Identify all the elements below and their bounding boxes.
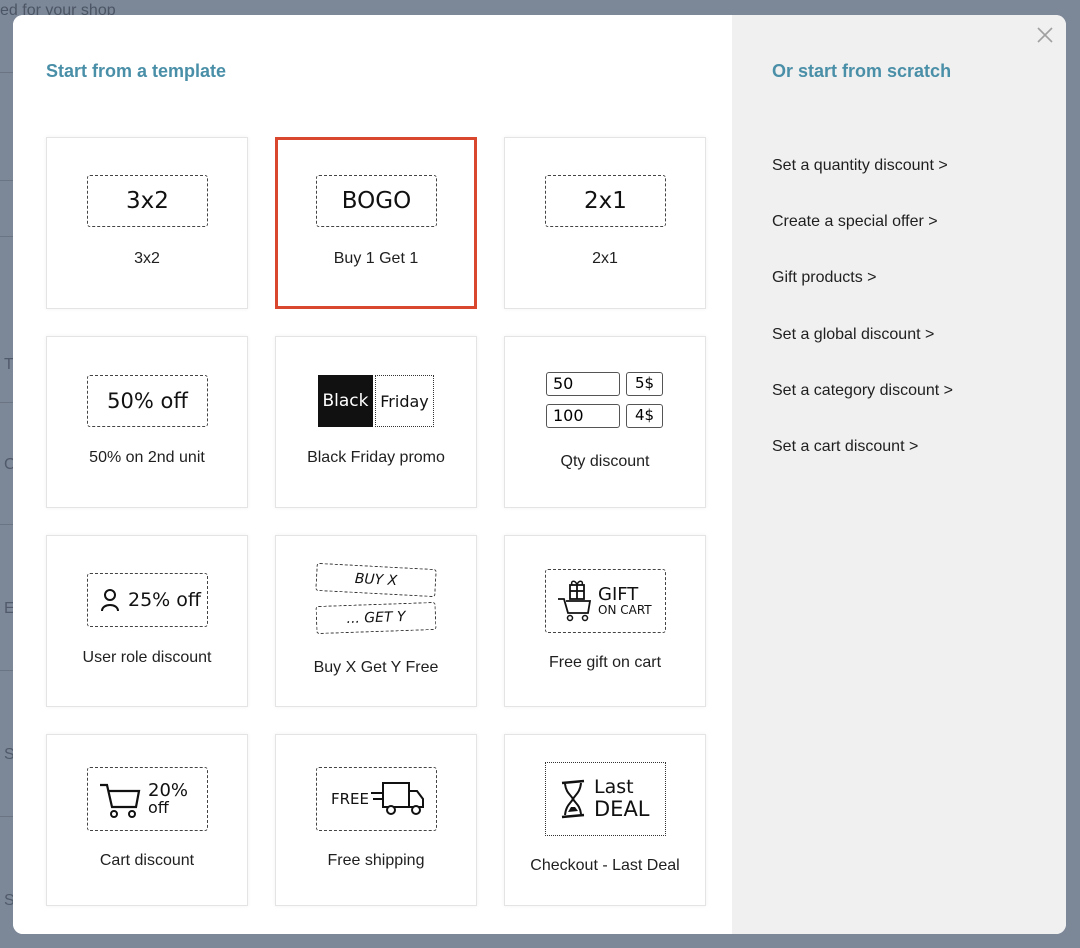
template-badge: 50% off — [87, 375, 208, 427]
template-label: Buy X Get Y Free — [313, 659, 439, 676]
template-card-free-shipping[interactable]: FREE Free shipping — [275, 734, 477, 906]
template-badge: Last DEAL — [545, 762, 666, 836]
template-label: 3x2 — [134, 250, 160, 267]
template-badge: BOGO — [316, 175, 437, 227]
template-card-black-friday[interactable]: Black Friday Black Friday promo — [275, 336, 477, 508]
link-create-special-offer[interactable]: Create a special offer > — [772, 213, 938, 231]
template-badge: 20% off — [87, 767, 208, 831]
template-label: 2x1 — [592, 250, 618, 267]
template-label: Checkout - Last Deal — [530, 857, 680, 874]
backdrop-divider — [0, 670, 14, 671]
template-badge: 25% off — [87, 573, 208, 627]
template-label: Cart discount — [99, 852, 195, 869]
hourglass-icon — [561, 779, 585, 819]
backdrop-divider — [0, 524, 14, 525]
template-pane: Start from a template 3x2 3x2 BOGO Buy 1… — [13, 15, 732, 934]
user-role-badge-text: 25% off — [128, 589, 201, 611]
template-card-checkout-last-deal[interactable]: Last DEAL Checkout - Last Deal — [504, 734, 706, 906]
backdrop-divider — [0, 72, 14, 73]
link-set-category-discount[interactable]: Set a category discount > — [772, 382, 953, 400]
template-label: Qty discount — [560, 453, 650, 470]
link-set-cart-discount[interactable]: Set a cart discount > — [772, 438, 918, 456]
truck-icon — [371, 782, 425, 815]
gift-text: GIFT — [598, 583, 639, 605]
qty-cell: 100 — [546, 404, 620, 428]
qty-cell: 50 — [546, 372, 620, 396]
template-label: User role discount — [82, 649, 212, 666]
template-badge: GIFT ON CART — [545, 569, 666, 633]
template-badge: 3x2 — [87, 175, 208, 227]
cart-icon — [100, 783, 141, 818]
gift-cart-icon — [558, 580, 592, 622]
template-label: Buy 1 Get 1 — [333, 250, 419, 267]
scratch-section-title: Or start from scratch — [772, 61, 952, 81]
user-icon — [101, 589, 119, 612]
template-picker-modal: Start from a template 3x2 3x2 BOGO Buy 1… — [13, 15, 1066, 934]
backdrop-divider — [0, 402, 14, 403]
template-card-cart-discount[interactable]: 20% off Cart discount — [46, 734, 248, 906]
black-friday-badge-left: Black — [318, 375, 373, 427]
link-set-global-discount[interactable]: Set a global discount > — [772, 326, 934, 344]
backdrop-divider — [0, 180, 14, 181]
qty-price-cell: 5$ — [626, 372, 663, 396]
template-label: Black Friday promo — [307, 449, 445, 466]
last-text: Last — [594, 776, 634, 798]
template-card-free-gift-on-cart[interactable]: GIFT ON CART Free gift on cart — [504, 535, 706, 707]
on-cart-text: ON CART — [598, 603, 652, 618]
template-grid: 3x2 3x2 BOGO Buy 1 Get 1 2x1 2x1 50% off… — [46, 137, 706, 906]
close-button[interactable] — [1034, 24, 1056, 46]
cart-discount-off: off — [148, 798, 169, 817]
backdrop-divider — [0, 236, 14, 237]
close-icon — [1037, 27, 1053, 43]
free-text: FREE — [331, 790, 370, 808]
template-label: Free shipping — [327, 852, 425, 869]
template-label: Free gift on cart — [548, 654, 662, 671]
template-section-title: Start from a template — [46, 61, 227, 81]
qty-price-cell: 4$ — [626, 404, 663, 428]
template-card-50-on-2nd-unit[interactable]: 50% off 50% on 2nd unit — [46, 336, 248, 508]
template-card-qty-discount[interactable]: 50 5$ 100 4$ Qty discount — [504, 336, 706, 508]
link-set-quantity-discount[interactable]: Set a quantity discount > — [772, 157, 948, 175]
template-card-user-role-discount[interactable]: 25% off User role discount — [46, 535, 248, 707]
black-friday-badge-right: Friday — [375, 375, 434, 427]
ticket-buy-x: BUY X — [315, 562, 437, 598]
template-label: 50% on 2nd unit — [89, 449, 205, 466]
template-card-buy-1-get-1[interactable]: BOGO Buy 1 Get 1 — [275, 137, 477, 309]
template-card-3x2[interactable]: 3x2 3x2 — [46, 137, 248, 309]
deal-text: DEAL — [594, 796, 650, 821]
template-badge: FREE — [316, 767, 437, 831]
ticket-get-y: ... GET Y — [315, 601, 437, 635]
scratch-pane: Or start from scratch Set a quantity dis… — [732, 15, 1066, 934]
backdrop-divider — [0, 816, 14, 817]
template-card-buy-x-get-y[interactable]: BUY X ... GET Y Buy X Get Y Free — [275, 535, 477, 707]
template-badge: 2x1 — [545, 175, 666, 227]
template-card-2x1[interactable]: 2x1 2x1 — [504, 137, 706, 309]
link-gift-products[interactable]: Gift products > — [772, 269, 877, 287]
